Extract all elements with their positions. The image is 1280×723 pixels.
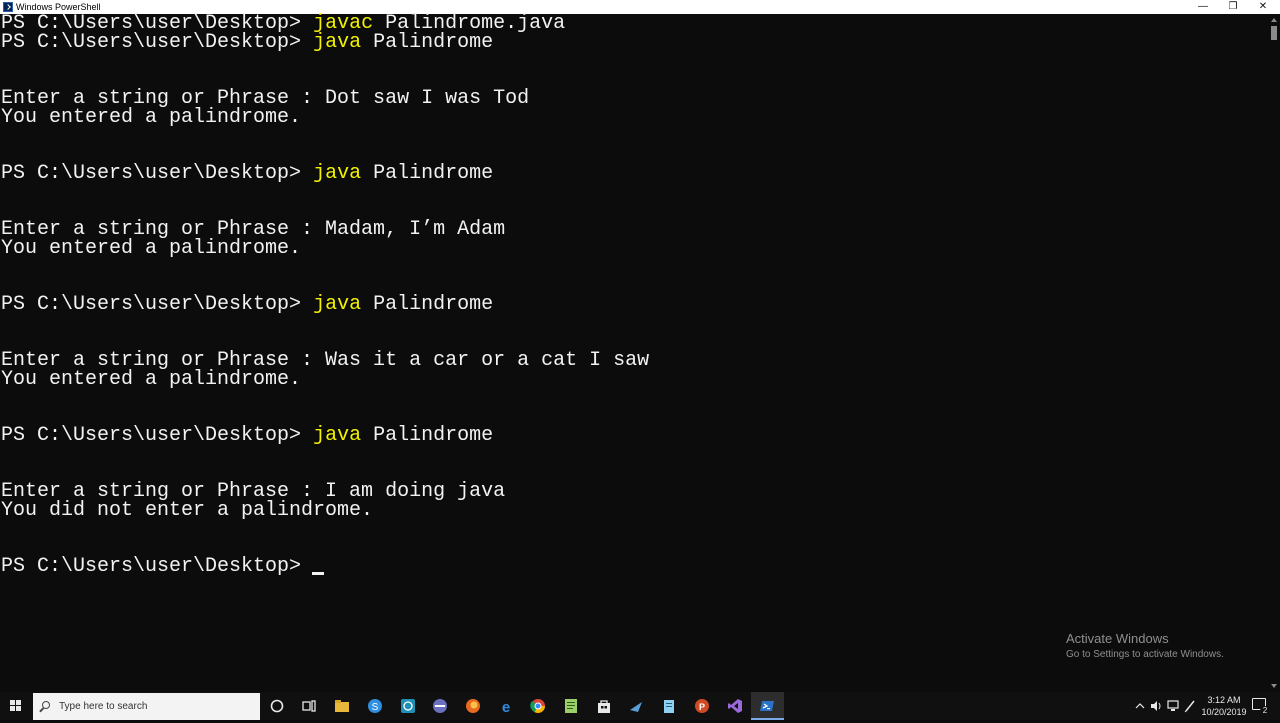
activation-watermark: Activate Windows Go to Settings to activ… (1066, 631, 1224, 662)
powershell-icon[interactable] (751, 692, 784, 720)
taskbar-clock[interactable]: 3:12 AM 10/20/2019 (1198, 694, 1250, 718)
volume-icon[interactable] (1149, 692, 1163, 720)
firefox-icon[interactable] (457, 692, 490, 720)
scroll-up-icon[interactable] (1271, 18, 1277, 22)
taskbar: Type here to search S e P 3:12 AM 10/20/… (0, 692, 1280, 720)
search-placeholder: Type here to search (59, 701, 148, 712)
console-line: You did not enter a palindrome. (1, 499, 374, 522)
command-keyword: java (313, 293, 362, 316)
text-cursor (312, 572, 324, 575)
command-args: Palindrome (361, 293, 494, 316)
notepad-icon[interactable] (653, 692, 686, 720)
console-line: You entered a palindrome. (1, 368, 302, 391)
notepadpp-icon[interactable] (555, 692, 588, 720)
prompt-text: PS C:\Users\user\Desktop> (1, 424, 314, 447)
file-explorer-icon[interactable] (326, 692, 359, 720)
skype-icon[interactable]: S (359, 692, 392, 720)
watermark-title: Activate Windows (1066, 631, 1169, 646)
scrollbar-thumb[interactable] (1271, 26, 1277, 40)
command-keyword: java (313, 31, 362, 54)
restore-button[interactable]: ❐ (1218, 0, 1248, 14)
prompt-text: PS C:\Users\user\Desktop> (1, 162, 314, 185)
minimize-button[interactable]: — (1188, 0, 1218, 14)
task-view-icon[interactable] (293, 692, 326, 720)
powerpoint-icon[interactable]: P (686, 692, 719, 720)
console-line: You entered a palindrome. (1, 237, 302, 260)
svg-text:e: e (502, 699, 510, 714)
whatsapp-icon[interactable] (392, 692, 425, 720)
console-line: PS C:\Users\user\Desktop> java Palindrom… (1, 31, 494, 54)
windows-logo-icon (10, 700, 22, 712)
notification-count: 2 (1260, 706, 1270, 716)
pen-icon[interactable] (1183, 692, 1197, 720)
command-args: Palindrome (361, 162, 494, 185)
search-icon (42, 701, 50, 709)
console-line: PS C:\Users\user\Desktop> java Palindrom… (1, 162, 494, 185)
prompt-text: PS C:\Users\user\Desktop> (1, 293, 314, 316)
command-keyword: java (313, 162, 362, 185)
clock-time: 3:12 AM (1207, 695, 1241, 705)
chrome-icon[interactable] (522, 692, 555, 720)
svg-text:P: P (699, 702, 705, 712)
start-button[interactable] (0, 692, 32, 720)
show-hidden-icons-icon[interactable] (1134, 692, 1146, 720)
current-prompt[interactable]: PS C:\Users\user\Desktop> (1, 557, 313, 577)
vertical-scrollbar[interactable] (1268, 14, 1280, 692)
clock-date: 10/20/2019 (1201, 707, 1247, 717)
edge-icon[interactable]: e (490, 692, 523, 720)
console-line: You entered a palindrome. (1, 106, 302, 129)
console-output[interactable]: PS C:\Users\user\Desktop> javac Palindro… (0, 14, 1268, 692)
console-line: PS C:\Users\user\Desktop> java Palindrom… (1, 293, 494, 316)
app2-icon[interactable] (620, 692, 653, 720)
prompt-text: PS C:\Users\user\Desktop> (1, 31, 314, 54)
network-icon[interactable] (1166, 692, 1180, 720)
cortana-icon[interactable] (261, 692, 294, 720)
console-line: PS C:\Users\user\Desktop> java Palindrom… (1, 424, 494, 447)
powershell-app-icon (3, 2, 13, 12)
taskbar-search-box[interactable]: Type here to search (33, 693, 260, 720)
store-icon[interactable] (588, 692, 621, 720)
command-args: Palindrome (361, 424, 494, 447)
svg-text:S: S (372, 702, 379, 713)
command-keyword: java (313, 424, 362, 447)
visual-studio-icon[interactable] (719, 692, 752, 720)
close-button[interactable]: ✕ (1248, 0, 1278, 14)
app-icon[interactable] (424, 692, 457, 720)
command-args: Palindrome (361, 31, 494, 54)
scroll-down-icon[interactable] (1271, 684, 1277, 688)
watermark-subtitle: Go to Settings to activate Windows. (1066, 649, 1224, 660)
